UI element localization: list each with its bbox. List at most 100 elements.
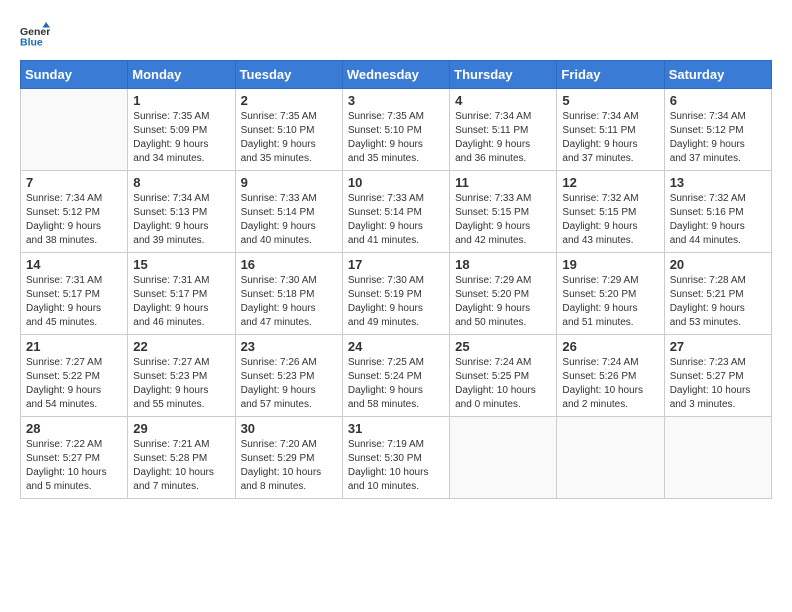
day-info: Sunrise: 7:23 AM Sunset: 5:27 PM Dayligh…	[670, 356, 766, 412]
day-number: 6	[670, 93, 766, 108]
logo-icon: General Blue	[20, 20, 50, 50]
calendar-cell: 5 Sunrise: 7:34 AM Sunset: 5:11 PM Daylig…	[557, 89, 664, 171]
day-info: Sunrise: 7:34 AM Sunset: 5:13 PM Dayligh…	[133, 192, 229, 248]
day-info: Sunrise: 7:34 AM Sunset: 5:11 PM Dayligh…	[455, 110, 551, 166]
logo: General Blue	[20, 20, 50, 50]
day-number: 20	[670, 257, 766, 272]
day-number: 4	[455, 93, 551, 108]
calendar-cell: 27 Sunrise: 7:23 AM Sunset: 5:27 PM Dayli…	[664, 335, 771, 417]
day-number: 27	[670, 339, 766, 354]
calendar-cell: 22 Sunrise: 7:27 AM Sunset: 5:23 PM Dayli…	[128, 335, 235, 417]
day-number: 30	[241, 421, 337, 436]
day-info: Sunrise: 7:32 AM Sunset: 5:16 PM Dayligh…	[670, 192, 766, 248]
header-wednesday: Wednesday	[342, 61, 449, 89]
calendar-cell: 12 Sunrise: 7:32 AM Sunset: 5:15 PM Dayli…	[557, 171, 664, 253]
calendar-header-row: SundayMondayTuesdayWednesdayThursdayFrid…	[21, 61, 772, 89]
day-number: 13	[670, 175, 766, 190]
calendar-cell: 14 Sunrise: 7:31 AM Sunset: 5:17 PM Dayli…	[21, 253, 128, 335]
calendar-cell: 1 Sunrise: 7:35 AM Sunset: 5:09 PM Daylig…	[128, 89, 235, 171]
header-saturday: Saturday	[664, 61, 771, 89]
day-number: 28	[26, 421, 122, 436]
day-info: Sunrise: 7:27 AM Sunset: 5:22 PM Dayligh…	[26, 356, 122, 412]
day-number: 17	[348, 257, 444, 272]
day-info: Sunrise: 7:29 AM Sunset: 5:20 PM Dayligh…	[562, 274, 658, 330]
calendar-cell: 29Sunrise: 7:21 AM Sunset: 5:28 PM Dayli…	[128, 417, 235, 499]
day-info: Sunrise: 7:34 AM Sunset: 5:12 PM Dayligh…	[670, 110, 766, 166]
calendar-cell: 10Sunrise: 7:33 AM Sunset: 5:14 PM Dayli…	[342, 171, 449, 253]
day-number: 26	[562, 339, 658, 354]
day-info: Sunrise: 7:24 AM Sunset: 5:26 PM Dayligh…	[562, 356, 658, 412]
day-info: Sunrise: 7:32 AM Sunset: 5:15 PM Dayligh…	[562, 192, 658, 248]
calendar-cell: 28 Sunrise: 7:22 AM Sunset: 5:27 PM Dayli…	[21, 417, 128, 499]
day-number: 25	[455, 339, 551, 354]
day-number: 24	[348, 339, 444, 354]
calendar-cell: 9Sunrise: 7:33 AM Sunset: 5:14 PM Daylig…	[235, 171, 342, 253]
day-info: Sunrise: 7:33 AM Sunset: 5:14 PM Dayligh…	[241, 192, 337, 248]
day-info: Sunrise: 7:20 AM Sunset: 5:29 PM Dayligh…	[241, 438, 337, 494]
header-monday: Monday	[128, 61, 235, 89]
day-info: Sunrise: 7:31 AM Sunset: 5:17 PM Dayligh…	[133, 274, 229, 330]
calendar-week-row: 1 Sunrise: 7:35 AM Sunset: 5:09 PM Daylig…	[21, 89, 772, 171]
day-info: Sunrise: 7:26 AM Sunset: 5:23 PM Dayligh…	[241, 356, 337, 412]
calendar-cell: 21 Sunrise: 7:27 AM Sunset: 5:22 PM Dayli…	[21, 335, 128, 417]
day-info: Sunrise: 7:27 AM Sunset: 5:23 PM Dayligh…	[133, 356, 229, 412]
day-info: Sunrise: 7:22 AM Sunset: 5:27 PM Dayligh…	[26, 438, 122, 494]
day-number: 15	[133, 257, 229, 272]
calendar-week-row: 21 Sunrise: 7:27 AM Sunset: 5:22 PM Dayli…	[21, 335, 772, 417]
day-number: 2	[241, 93, 337, 108]
calendar-cell: 18 Sunrise: 7:29 AM Sunset: 5:20 PM Dayli…	[450, 253, 557, 335]
day-number: 21	[26, 339, 122, 354]
calendar-cell: 26 Sunrise: 7:24 AM Sunset: 5:26 PM Dayli…	[557, 335, 664, 417]
day-info: Sunrise: 7:35 AM Sunset: 5:10 PM Dayligh…	[348, 110, 444, 166]
calendar-cell: 15 Sunrise: 7:31 AM Sunset: 5:17 PM Dayli…	[128, 253, 235, 335]
day-info: Sunrise: 7:25 AM Sunset: 5:24 PM Dayligh…	[348, 356, 444, 412]
day-info: Sunrise: 7:34 AM Sunset: 5:11 PM Dayligh…	[562, 110, 658, 166]
calendar-cell: 6 Sunrise: 7:34 AM Sunset: 5:12 PM Daylig…	[664, 89, 771, 171]
day-info: Sunrise: 7:34 AM Sunset: 5:12 PM Dayligh…	[26, 192, 122, 248]
calendar-cell	[664, 417, 771, 499]
day-number: 18	[455, 257, 551, 272]
calendar-cell	[21, 89, 128, 171]
calendar-cell: 24 Sunrise: 7:25 AM Sunset: 5:24 PM Dayli…	[342, 335, 449, 417]
day-info: Sunrise: 7:28 AM Sunset: 5:21 PM Dayligh…	[670, 274, 766, 330]
calendar-cell: 2Sunrise: 7:35 AM Sunset: 5:10 PM Daylig…	[235, 89, 342, 171]
day-info: Sunrise: 7:35 AM Sunset: 5:09 PM Dayligh…	[133, 110, 229, 166]
header-thursday: Thursday	[450, 61, 557, 89]
day-info: Sunrise: 7:19 AM Sunset: 5:30 PM Dayligh…	[348, 438, 444, 494]
calendar-cell: 8 Sunrise: 7:34 AM Sunset: 5:13 PM Daylig…	[128, 171, 235, 253]
calendar-cell: 31 Sunrise: 7:19 AM Sunset: 5:30 PM Dayli…	[342, 417, 449, 499]
calendar-cell: 20 Sunrise: 7:28 AM Sunset: 5:21 PM Dayli…	[664, 253, 771, 335]
day-number: 12	[562, 175, 658, 190]
day-info: Sunrise: 7:33 AM Sunset: 5:14 PM Dayligh…	[348, 192, 444, 248]
svg-text:Blue: Blue	[20, 37, 43, 49]
day-info: Sunrise: 7:33 AM Sunset: 5:15 PM Dayligh…	[455, 192, 551, 248]
calendar-cell	[450, 417, 557, 499]
day-info: Sunrise: 7:29 AM Sunset: 5:20 PM Dayligh…	[455, 274, 551, 330]
day-info: Sunrise: 7:21 AM Sunset: 5:28 PM Dayligh…	[133, 438, 229, 494]
calendar-cell: 11Sunrise: 7:33 AM Sunset: 5:15 PM Dayli…	[450, 171, 557, 253]
day-info: Sunrise: 7:30 AM Sunset: 5:19 PM Dayligh…	[348, 274, 444, 330]
calendar-cell: 25 Sunrise: 7:24 AM Sunset: 5:25 PM Dayli…	[450, 335, 557, 417]
day-number: 1	[133, 93, 229, 108]
day-number: 7	[26, 175, 122, 190]
day-info: Sunrise: 7:31 AM Sunset: 5:17 PM Dayligh…	[26, 274, 122, 330]
day-number: 16	[241, 257, 337, 272]
day-info: Sunrise: 7:24 AM Sunset: 5:25 PM Dayligh…	[455, 356, 551, 412]
calendar-week-row: 28 Sunrise: 7:22 AM Sunset: 5:27 PM Dayli…	[21, 417, 772, 499]
calendar-cell: 30 Sunrise: 7:20 AM Sunset: 5:29 PM Dayli…	[235, 417, 342, 499]
day-number: 23	[241, 339, 337, 354]
day-number: 14	[26, 257, 122, 272]
calendar-table: SundayMondayTuesdayWednesdayThursdayFrid…	[20, 60, 772, 499]
calendar-cell: 13 Sunrise: 7:32 AM Sunset: 5:16 PM Dayli…	[664, 171, 771, 253]
header-sunday: Sunday	[21, 61, 128, 89]
day-number: 3	[348, 93, 444, 108]
calendar-week-row: 14 Sunrise: 7:31 AM Sunset: 5:17 PM Dayli…	[21, 253, 772, 335]
day-info: Sunrise: 7:30 AM Sunset: 5:18 PM Dayligh…	[241, 274, 337, 330]
day-number: 31	[348, 421, 444, 436]
day-number: 22	[133, 339, 229, 354]
calendar-cell: 3 Sunrise: 7:35 AM Sunset: 5:10 PM Daylig…	[342, 89, 449, 171]
day-number: 8	[133, 175, 229, 190]
header-tuesday: Tuesday	[235, 61, 342, 89]
calendar-cell	[557, 417, 664, 499]
day-number: 5	[562, 93, 658, 108]
